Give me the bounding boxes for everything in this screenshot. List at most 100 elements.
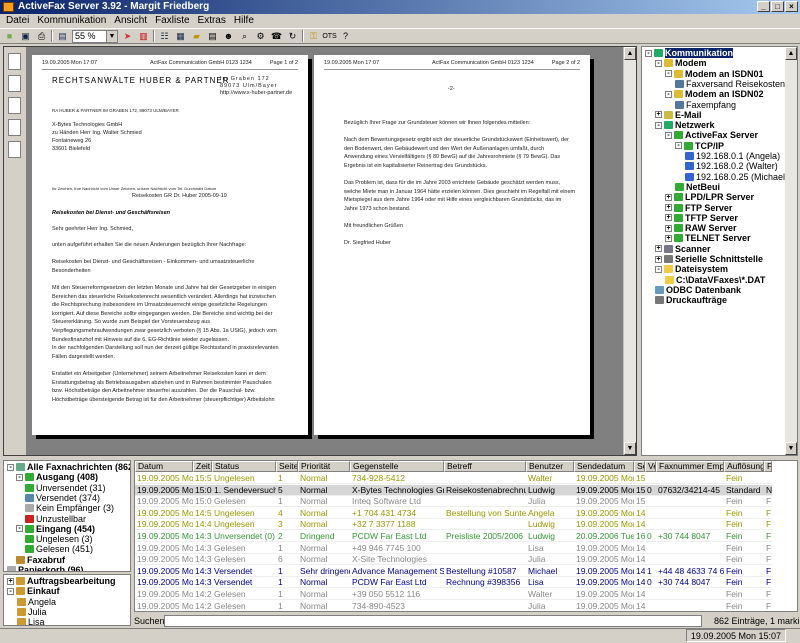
- tree-item[interactable]: + Serielle Schnittstelle: [655, 254, 763, 264]
- collapse-icon[interactable]: -: [655, 121, 662, 129]
- tree-item[interactable]: - ActiveFax Server: [665, 130, 758, 140]
- tree-item[interactable]: + Scanner: [655, 244, 711, 254]
- folder-item[interactable]: Ungelesen (3): [25, 534, 93, 544]
- tree-item[interactable]: + RAW Server: [665, 223, 737, 233]
- user-item[interactable]: Julia: [17, 607, 47, 617]
- collapse-icon[interactable]: -: [16, 525, 23, 533]
- refresh-icon[interactable]: ↻: [286, 30, 299, 42]
- column-header[interactable]: Betreff: [444, 461, 526, 472]
- scroll-down-icon[interactable]: ▼: [624, 442, 636, 455]
- column-header[interactable]: Seiten: [276, 461, 298, 472]
- table-row[interactable]: 19.09.2005 Mon14:27Gelesen1Normal+39 050…: [135, 589, 772, 600]
- tree-item[interactable]: C:\DataVFaxes\*.DAT: [665, 275, 765, 285]
- tree-item[interactable]: - Dateisystem: [655, 264, 728, 274]
- column-header[interactable]: Zeit: [193, 461, 212, 472]
- scroll-down-icon[interactable]: ▼: [785, 442, 797, 455]
- column-header[interactable]: Gegenstelle: [350, 461, 444, 472]
- page-view-icon[interactable]: ▤: [56, 30, 69, 42]
- collapse-icon[interactable]: -: [665, 90, 672, 98]
- menu-extras[interactable]: Extras: [194, 14, 230, 28]
- collapse-icon[interactable]: -: [7, 587, 14, 595]
- expand-icon[interactable]: +: [7, 577, 14, 585]
- tree-item[interactable]: Faxversand Reisekostenabrechnung: [675, 79, 797, 89]
- table-row[interactable]: 19.09.2005 Mon14:37Versendet1Sehr dringe…: [135, 566, 772, 577]
- preview-scrollbar[interactable]: ▲ ▼: [623, 47, 636, 455]
- menu-ansicht[interactable]: Ansicht: [110, 14, 151, 28]
- column-header[interactable]: Faxnummer Empfänger: [656, 461, 724, 472]
- ots-icon[interactable]: OTS: [322, 30, 336, 42]
- print-icon[interactable]: ⎙: [35, 30, 48, 42]
- folder-item[interactable]: Unversendet (31): [25, 483, 106, 493]
- column-header[interactable]: Datum: [135, 461, 193, 472]
- table-row[interactable]: 19.09.2005 Mon15:00Gelesen1NormalInteq S…: [135, 496, 772, 508]
- table-row[interactable]: 19.09.2005 Mon14:37Gelesen1Normal+49 946…: [135, 543, 772, 554]
- scroll-up-icon[interactable]: ▲: [785, 47, 797, 60]
- collapse-icon[interactable]: -: [655, 59, 662, 67]
- tree-item[interactable]: + FTP Server: [665, 203, 732, 213]
- tree-item[interactable]: + E-Mail: [655, 110, 702, 120]
- folder-item[interactable]: Versendet (374): [25, 493, 100, 503]
- column-header[interactable]: Sende: [634, 461, 645, 472]
- menu-hilfe[interactable]: Hilfe: [230, 14, 258, 28]
- phonebook-icon[interactable]: ☎: [270, 30, 283, 42]
- table-row[interactable]: 19.09.2005 Mon14:53Ungelesen4Normal+1 70…: [135, 508, 772, 519]
- expand-icon[interactable]: +: [665, 193, 672, 201]
- table-row[interactable]: 19.09.2005 Mon14:40Ungelesen3Normal+32 7…: [135, 519, 772, 531]
- expand-icon[interactable]: +: [665, 224, 672, 232]
- expand-icon[interactable]: +: [665, 214, 672, 222]
- tree-item[interactable]: Faxempfang: [675, 100, 736, 110]
- tree-item[interactable]: - Modem an ISDN01: [665, 69, 764, 79]
- zoom-select[interactable]: 55 % ▼: [72, 29, 118, 43]
- tree-item[interactable]: - Netzwerk: [655, 120, 715, 130]
- tree-item[interactable]: + LPD/LPR Server: [665, 192, 754, 202]
- table-row[interactable]: 19.09.2005 Mon14:31Versendet1NormalPCDW …: [135, 577, 772, 589]
- tree-item[interactable]: - Kommunikation: [645, 48, 734, 58]
- expand-icon[interactable]: +: [665, 234, 672, 242]
- user-item[interactable]: + Auftragsbearbeitung: [7, 576, 116, 586]
- column-header[interactable]: Sendedatum: [574, 461, 634, 472]
- collapse-icon[interactable]: -: [645, 49, 652, 57]
- folder-item[interactable]: Kein Empfänger (3): [25, 503, 114, 513]
- key-icon[interactable]: ⚿: [307, 30, 320, 42]
- collapse-icon[interactable]: -: [665, 70, 672, 78]
- expand-icon[interactable]: +: [655, 111, 662, 119]
- column-header[interactable]: Vers: [645, 461, 656, 472]
- collapse-icon[interactable]: -: [655, 265, 662, 273]
- table-row[interactable]: 19.09.2005 Mon14:38Unversendet (0)2 Dring…: [135, 531, 772, 542]
- menu-datei[interactable]: Datei: [2, 14, 33, 28]
- table-row[interactable]: 19.09.2005 Mon15:061. Sendeversuch5Norma…: [135, 484, 772, 496]
- column-header[interactable]: Benutzer: [526, 461, 574, 472]
- tree-item[interactable]: Druckaufträge: [655, 295, 727, 305]
- column-header[interactable]: Priorität: [298, 461, 350, 472]
- tree-item[interactable]: - Modem an ISDN02: [665, 89, 764, 99]
- menu-kommunikation[interactable]: Kommunikation: [33, 14, 110, 28]
- new-fax-icon[interactable]: ■: [3, 30, 16, 42]
- user-item[interactable]: Angela: [17, 597, 56, 607]
- options-icon[interactable]: ⚙: [254, 30, 267, 42]
- user-item[interactable]: Lisa: [17, 617, 45, 625]
- thumbnail-page-1[interactable]: [8, 53, 21, 70]
- collapse-icon[interactable]: -: [665, 131, 672, 139]
- scroll-up-icon[interactable]: ▲: [624, 47, 636, 60]
- tree-item[interactable]: - TCP/IP: [675, 141, 724, 151]
- table-row[interactable]: 19.09.2005 Mon15:52Ungelesen1Normal734-9…: [135, 473, 772, 484]
- folder-item[interactable]: - Ausgang (408): [16, 472, 98, 482]
- minimize-button[interactable]: _: [757, 1, 770, 12]
- folder-item[interactable]: - Eingang (454): [16, 524, 95, 534]
- thumbnail-page-2[interactable]: [8, 75, 21, 92]
- details-icon[interactable]: ▦: [174, 30, 187, 42]
- thumbnail-page-4[interactable]: [8, 119, 21, 136]
- search-icon[interactable]: ⌕: [238, 30, 251, 42]
- expand-icon[interactable]: +: [665, 204, 672, 211]
- tree-item[interactable]: NetBeui: [675, 182, 720, 192]
- collapse-icon[interactable]: -: [675, 142, 682, 150]
- close-button[interactable]: ×: [785, 1, 798, 12]
- properties-icon[interactable]: ▤: [206, 30, 219, 42]
- table-row[interactable]: 19.09.2005 Mon14:26Gelesen1Normal734-890…: [135, 601, 772, 611]
- search-input[interactable]: [164, 615, 702, 627]
- folder-item[interactable]: Gelesen (451): [25, 544, 93, 554]
- folder-icon[interactable]: ▰: [190, 30, 203, 42]
- column-header[interactable]: Auflösung: [724, 461, 764, 472]
- users-icon[interactable]: ☻: [222, 30, 235, 42]
- column-header[interactable]: F: [764, 461, 772, 472]
